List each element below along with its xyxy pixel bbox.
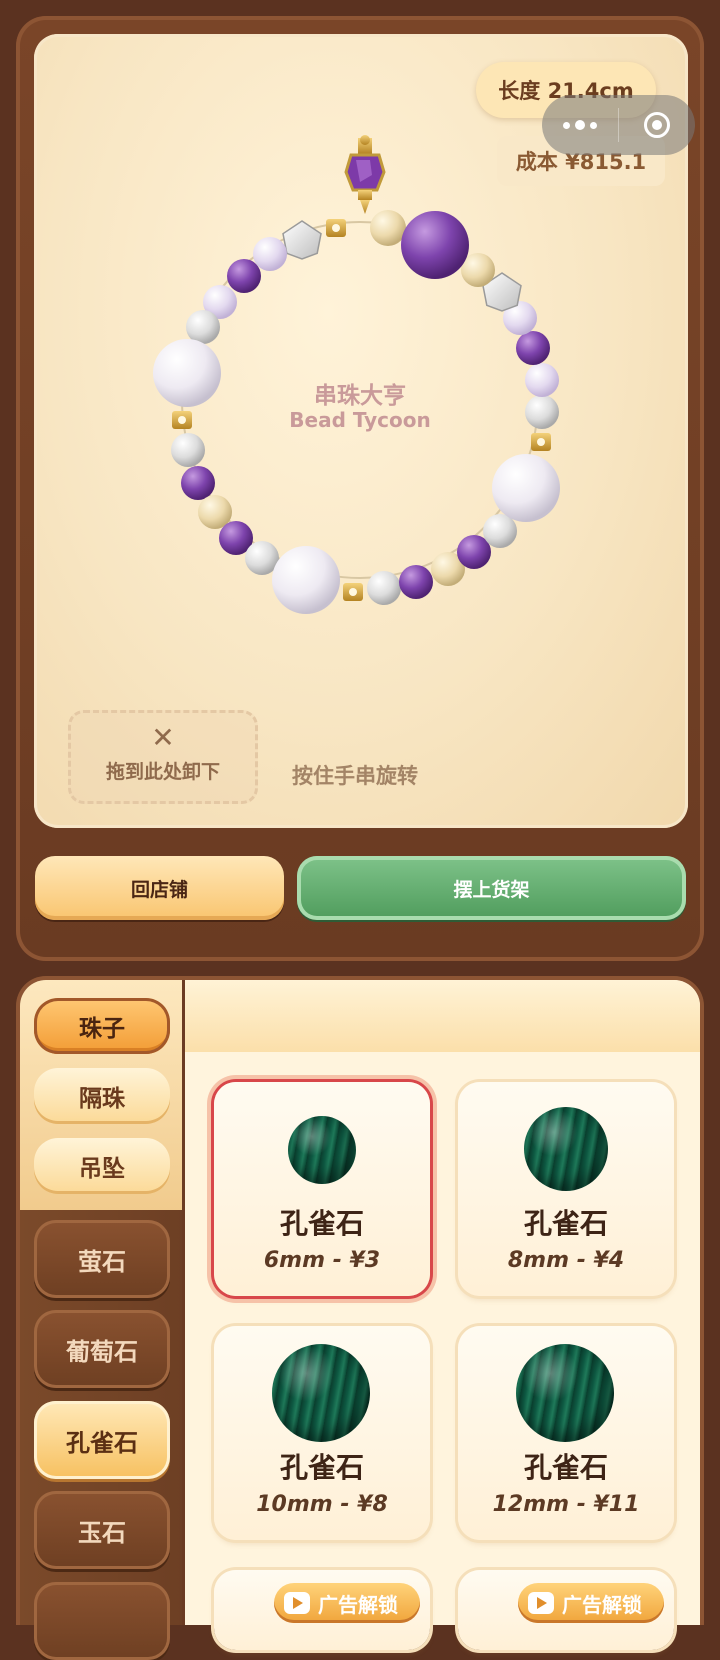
- product-spec: 6mm - ¥3: [263, 1248, 381, 1273]
- clear-bead-21: [492, 454, 560, 522]
- product-card[interactable]: 孔雀石 8mm - ¥4: [458, 1082, 674, 1296]
- moon-bead-16: [367, 571, 401, 605]
- amethyst-pendant[interactable]: [344, 135, 386, 214]
- category-fluorite[interactable]: 萤石: [34, 1220, 170, 1298]
- ad-unlock-button[interactable]: 广告解锁: [518, 1583, 664, 1623]
- clear-bead-14: [272, 546, 340, 614]
- moon-bead-6: [186, 310, 220, 344]
- product-name: 孔雀石: [279, 1207, 364, 1240]
- back-to-store-button[interactable]: 回店铺: [35, 856, 284, 920]
- gold-spacer-8-stone: [178, 416, 186, 424]
- ame-bead-17: [399, 565, 433, 599]
- gold-spacer-1-stone: [332, 224, 340, 232]
- product-spec: 8mm - ¥4: [507, 1248, 625, 1273]
- tab-pendants[interactable]: 吊坠: [34, 1138, 170, 1194]
- drop-zone[interactable]: ✕ 拖到此处卸下: [68, 710, 258, 804]
- put-on-shelf-button[interactable]: 摆上货架: [297, 856, 686, 920]
- gold-spacer-22-stone: [537, 438, 545, 446]
- lav-bead-24: [525, 363, 559, 397]
- category-malachite[interactable]: 孔雀石: [34, 1401, 170, 1479]
- rotate-hint: 按住手串旋转: [292, 764, 418, 788]
- product-name: 孔雀石: [279, 1451, 364, 1484]
- product-name: 孔雀石: [523, 1207, 608, 1240]
- drop-zone-label: 拖到此处卸下: [105, 761, 220, 783]
- malachite-bead-image: [272, 1344, 370, 1442]
- product-name: 孔雀石: [523, 1451, 608, 1484]
- close-icon: ✕: [151, 721, 175, 754]
- category-more[interactable]: [34, 1582, 170, 1660]
- play-icon: [284, 1592, 310, 1614]
- tab-beads[interactable]: 珠子: [34, 998, 170, 1054]
- tab-spacers[interactable]: 隔珠: [34, 1068, 170, 1124]
- product-card[interactable]: 孔雀石 10mm - ¥8: [214, 1326, 430, 1540]
- category-prehnite[interactable]: 葡萄石: [34, 1310, 170, 1388]
- bracelet[interactable]: [0, 0, 720, 700]
- ad-unlock-button[interactable]: 广告解锁: [274, 1583, 420, 1623]
- product-card[interactable]: 孔雀石 6mm - ¥3: [214, 1082, 430, 1296]
- gold-spacer-15-stone: [349, 588, 357, 596]
- moon-bead-9: [171, 433, 205, 467]
- moon-bead-23: [525, 395, 559, 429]
- clear-bead-7: [153, 339, 221, 407]
- amebig-bead-29: [401, 211, 469, 279]
- moon-bead-20: [483, 514, 517, 548]
- ame-bead-4: [227, 259, 261, 293]
- lav-bead-3: [253, 237, 287, 271]
- product-spec: 10mm - ¥8: [256, 1492, 388, 1517]
- product-card[interactable]: 孔雀石 12mm - ¥11: [458, 1326, 674, 1540]
- malachite-bead-image: [524, 1107, 608, 1191]
- category-jade[interactable]: 玉石: [34, 1491, 170, 1569]
- play-icon: [528, 1592, 554, 1614]
- product-spec: 12mm - ¥11: [492, 1492, 640, 1517]
- malachite-bead-image: [516, 1344, 614, 1442]
- product-panel-header: [185, 980, 700, 1052]
- cit-bead-0: [370, 210, 406, 246]
- malachite-bead-image: [288, 1116, 356, 1184]
- ame-bead-25: [516, 331, 550, 365]
- ame-bead-10: [181, 466, 215, 500]
